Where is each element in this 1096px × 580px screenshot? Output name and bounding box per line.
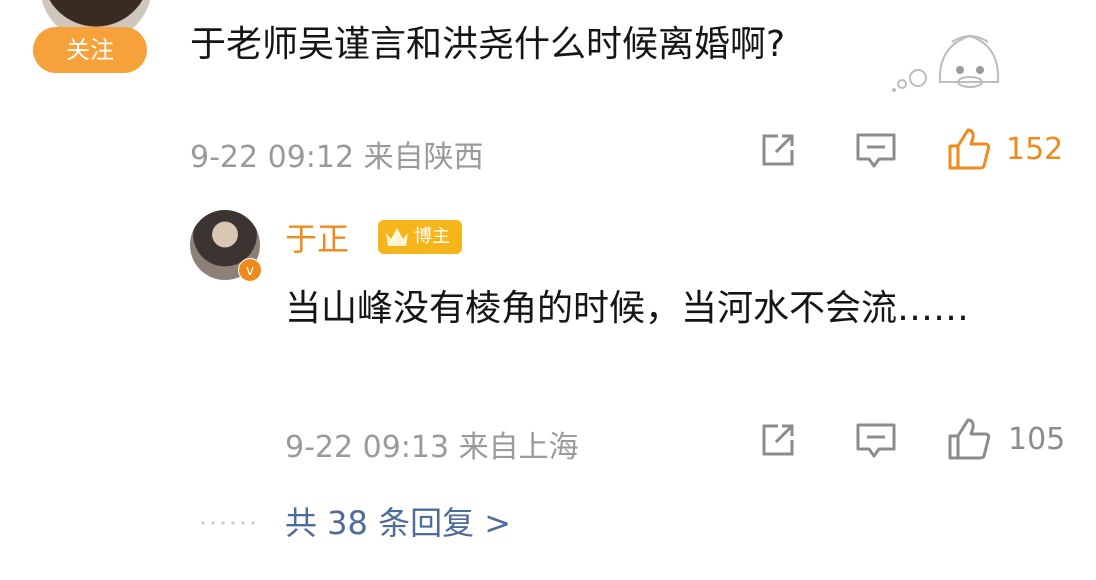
crown-icon [386, 228, 408, 246]
comment-meta: 9-22 09:12 来自陕西 [190, 132, 484, 176]
reply-author-name[interactable]: 于正 [285, 214, 349, 260]
comment-text: 于老师吴谨言和洪尧什么时候离婚啊? [190, 24, 786, 65]
view-replies-link[interactable]: 共 38 条回复 > [285, 498, 511, 544]
share-icon[interactable] [758, 420, 798, 460]
svg-text:v: v [246, 263, 254, 279]
comment-time: 9-22 09:12 [190, 140, 355, 175]
share-icon[interactable] [758, 130, 798, 170]
blogger-badge: 博主 [378, 220, 462, 254]
decorative-dots [198, 520, 258, 526]
cartoon-sticker-icon [892, 34, 1000, 92]
follow-button[interactable]: 关注 [33, 27, 147, 73]
verified-badge-icon: v [238, 258, 262, 282]
reply-location: 来自上海 [458, 430, 579, 465]
reply-time: 9-22 09:13 [285, 430, 450, 465]
comment-like-count: 152 [1006, 132, 1064, 167]
reply-like-count: 105 [1008, 422, 1066, 457]
comment-location: 来自陕西 [363, 140, 484, 175]
blogger-badge-label: 博主 [414, 226, 450, 247]
like-icon[interactable] [946, 416, 992, 462]
comment-icon[interactable] [855, 132, 897, 170]
comment-icon[interactable] [855, 422, 897, 460]
like-icon[interactable] [946, 126, 992, 172]
reply-text: 当山峰没有棱角的时候，当河水不会流…… [285, 288, 970, 329]
reply-meta: 9-22 09:13 来自上海 [285, 422, 579, 466]
